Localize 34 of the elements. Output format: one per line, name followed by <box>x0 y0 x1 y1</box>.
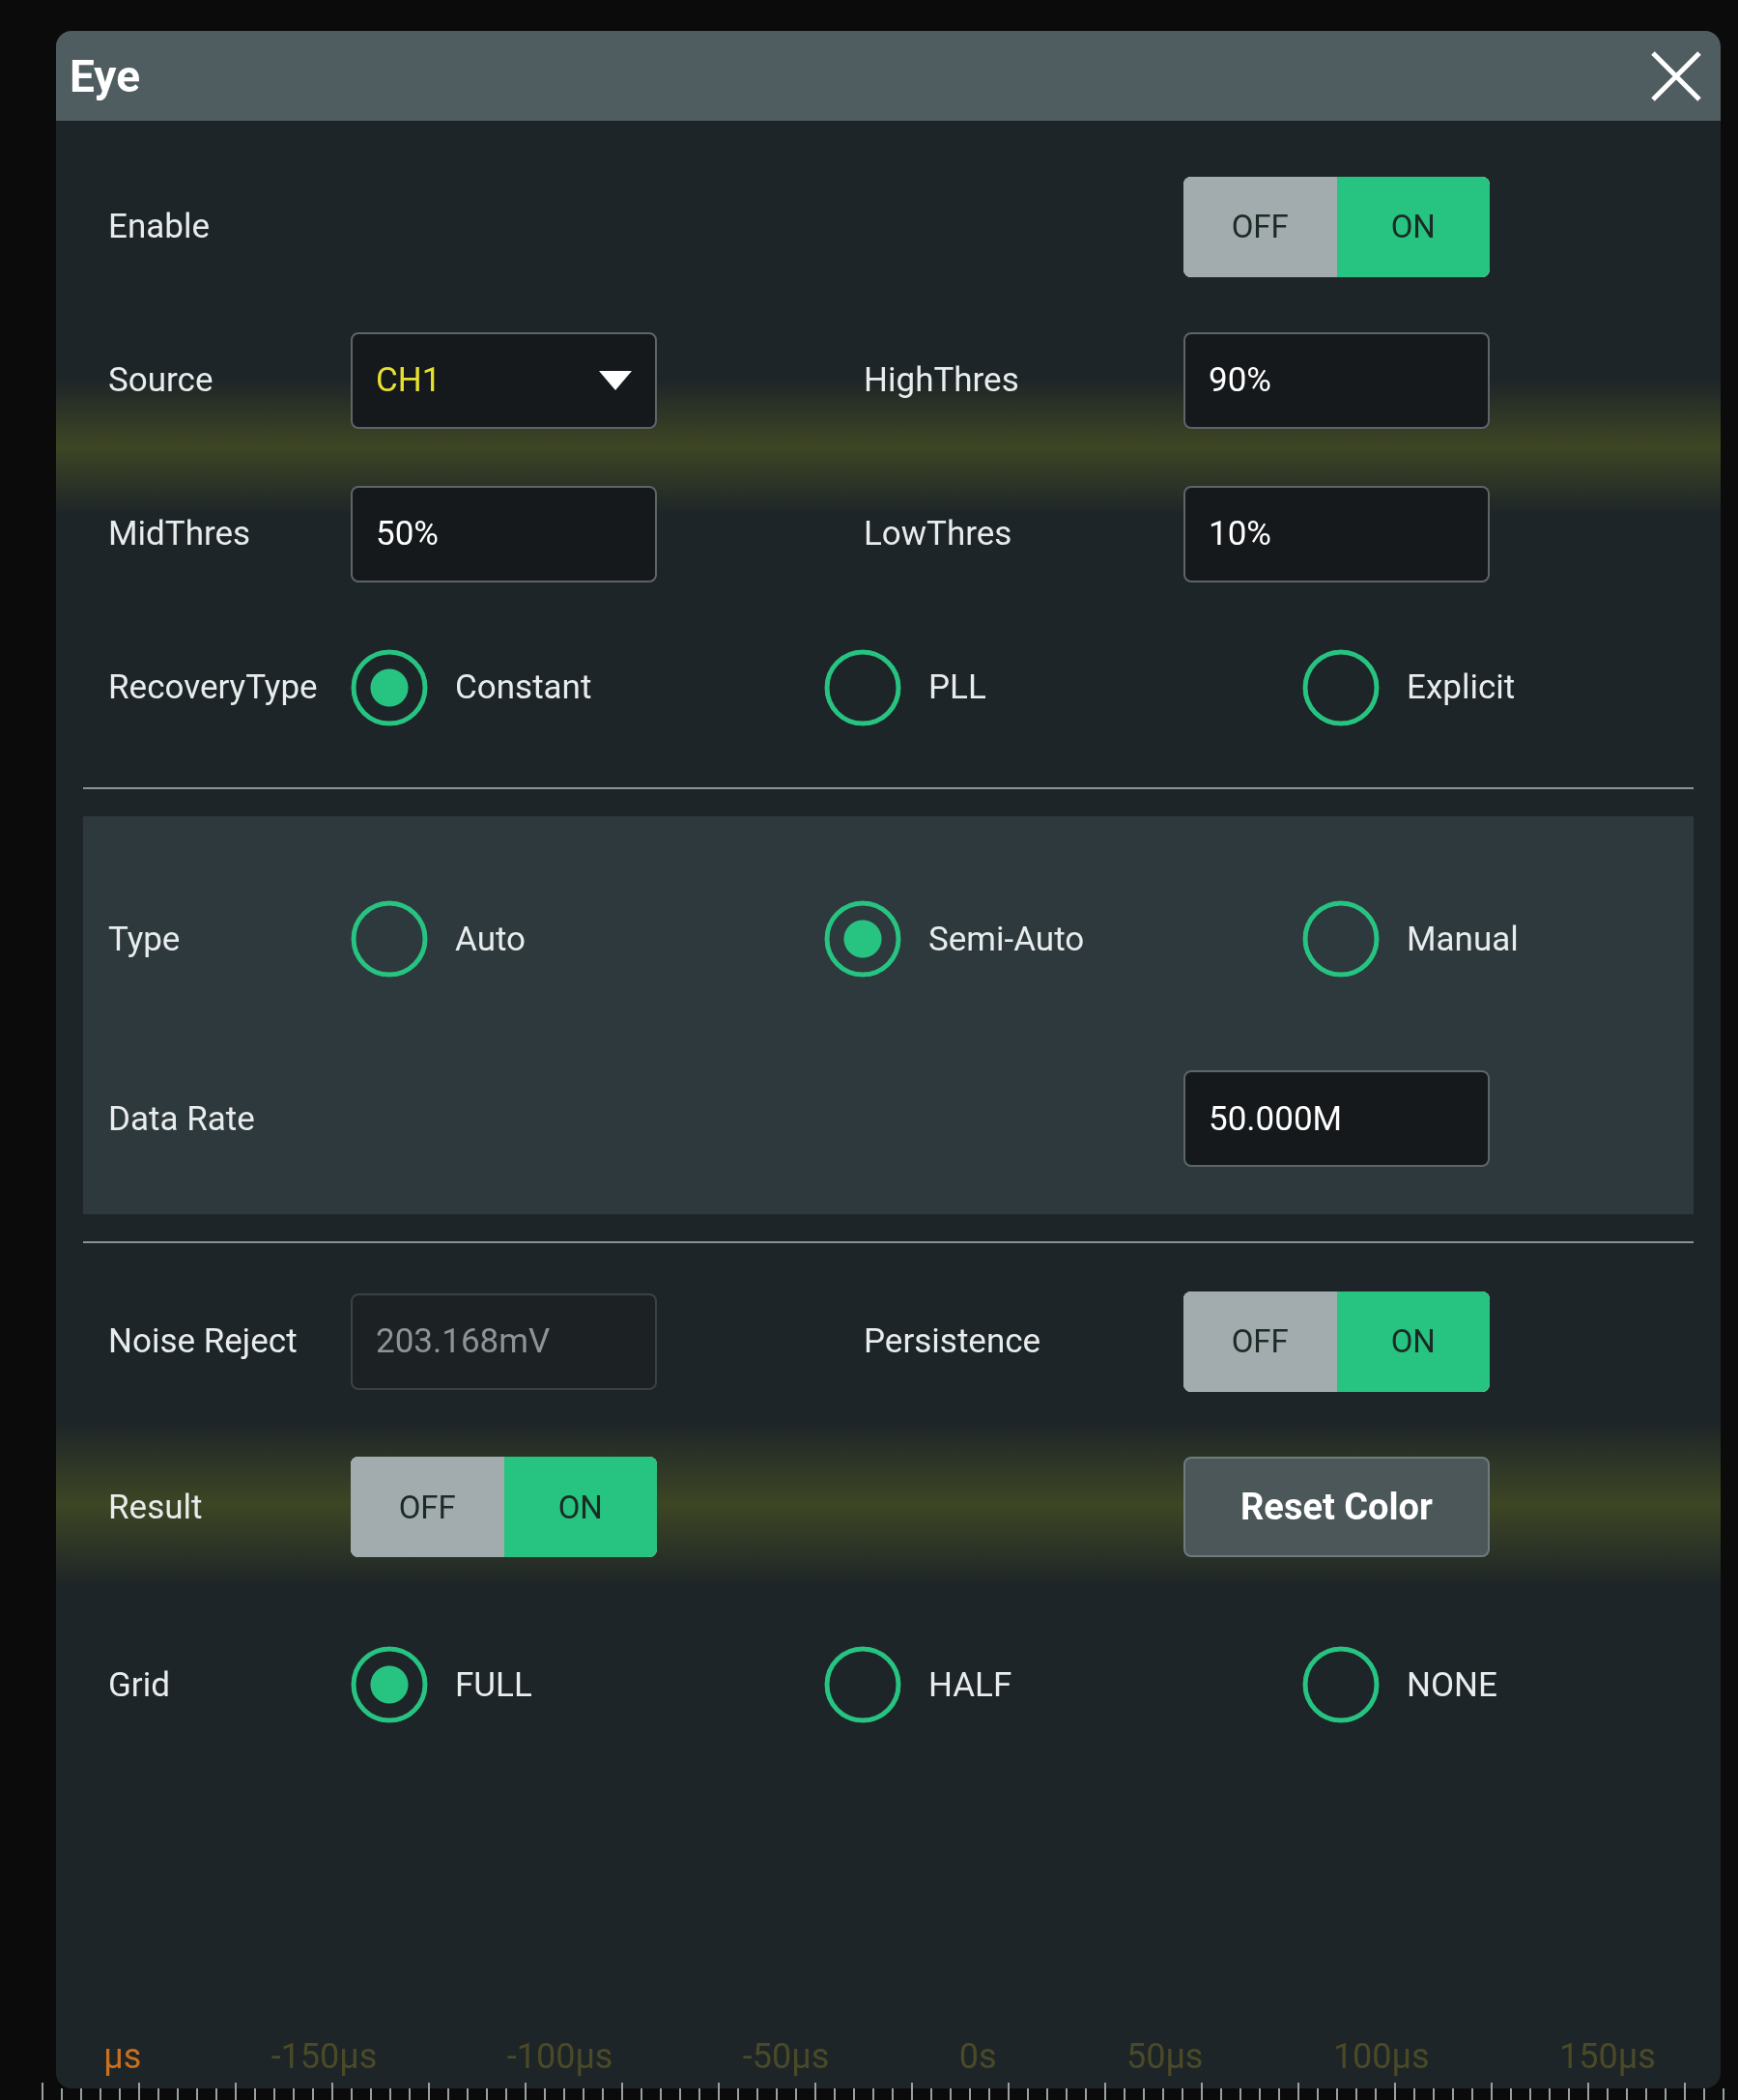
input-field[interactable]: 10% <box>1183 485 1490 582</box>
radio-option[interactable]: NONE <box>1302 1646 1497 1723</box>
close-icon[interactable] <box>1649 48 1703 103</box>
field-label: Noise Reject <box>108 1321 299 1361</box>
radio-option[interactable]: FULL <box>351 1646 532 1723</box>
radio-option[interactable]: Semi-Auto <box>824 900 1085 978</box>
field-label: Result <box>108 1487 204 1527</box>
toggle-switch[interactable]: OFF ON <box>351 1457 657 1557</box>
window-title: Eye <box>70 49 140 102</box>
field-label: LowThres <box>863 514 1013 553</box>
axis-label: μs <box>103 2036 142 2079</box>
radio-option[interactable]: HALF <box>824 1646 1012 1723</box>
radio-option[interactable]: Manual <box>1302 900 1519 978</box>
field-label: RecoveryType <box>108 667 319 707</box>
radio-option[interactable]: Constant <box>351 648 592 726</box>
field-label: Persistence <box>863 1321 1042 1361</box>
field-label: Type <box>108 919 182 959</box>
input-field[interactable]: 50.000M <box>1183 1070 1490 1167</box>
radio-option[interactable]: Auto <box>351 900 526 978</box>
field-label: Grid <box>108 1664 171 1705</box>
field-label: MidThres <box>108 514 252 553</box>
input-field[interactable]: 50% <box>351 485 657 582</box>
field-label: Enable <box>108 207 211 246</box>
caret-icon <box>599 370 632 390</box>
dropdown[interactable]: CH1 <box>351 331 657 429</box>
field-label: Data Rate <box>108 1098 256 1139</box>
input-field[interactable]: 90% <box>1183 331 1490 429</box>
toggle-switch[interactable]: OFF ON <box>1183 176 1490 277</box>
radio-option[interactable]: Explicit <box>1302 648 1516 726</box>
reset-color-button[interactable]: Reset Color <box>1183 1457 1490 1557</box>
toggle-switch[interactable]: OFF ON <box>1183 1291 1490 1392</box>
field-label: HighThres <box>863 360 1020 400</box>
radio-option[interactable]: PLL <box>824 648 986 726</box>
field-label: Source <box>108 360 214 400</box>
